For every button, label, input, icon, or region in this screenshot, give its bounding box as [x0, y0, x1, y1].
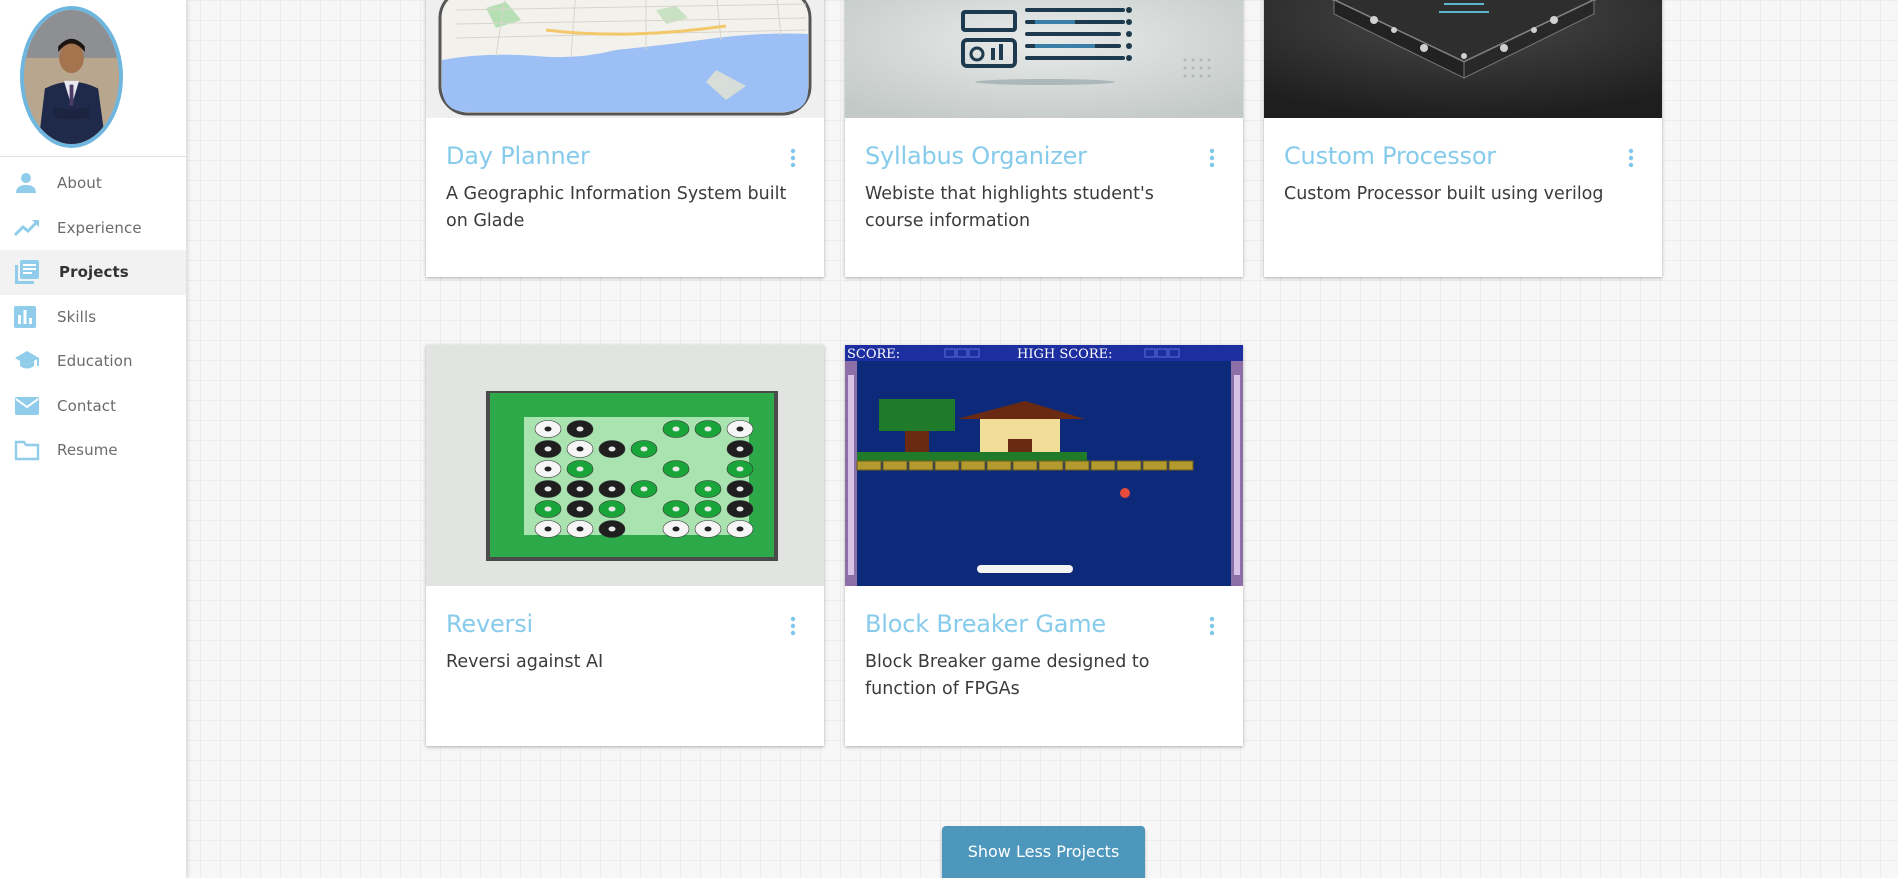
- more-vert-icon[interactable]: [1628, 148, 1634, 168]
- avatar: [20, 6, 123, 148]
- more-vert-icon[interactable]: [790, 148, 796, 168]
- project-card: Day Planner A Geographic Information Sys…: [426, 0, 824, 277]
- project-card: Syllabus Organizer Webiste that highligh…: [845, 0, 1243, 277]
- card-body: Reversi Reversi against AI: [426, 586, 824, 676]
- card-description: Custom Processor built using verilog: [1284, 184, 1604, 204]
- sidebar: About Experience Projects Skills Educati…: [0, 0, 187, 878]
- sidebar-item-education[interactable]: Education: [0, 339, 186, 384]
- card-description: A Geographic Information System built on…: [446, 184, 787, 231]
- mail-icon: [14, 394, 42, 418]
- profile-header: [0, 0, 186, 157]
- project-card: Reversi Reversi against AI: [426, 345, 824, 746]
- high-score-label: HIGH SCORE:: [1017, 347, 1113, 362]
- dashboard-image: [845, 0, 1243, 118]
- sidebar-item-skills[interactable]: Skills: [0, 295, 186, 340]
- show-less-projects-button[interactable]: Show Less Projects: [942, 826, 1145, 878]
- more-vert-icon[interactable]: [1209, 148, 1215, 168]
- score-label: SCORE:: [847, 347, 900, 362]
- sidebar-item-label: Resume: [57, 441, 118, 460]
- project-card: SCORE: HIGH SCORE: Block Breaker Game Bl…: [845, 345, 1243, 746]
- sidebar-item-label: Experience: [57, 218, 142, 237]
- library-books-icon: [14, 260, 42, 285]
- person-icon: [14, 171, 42, 195]
- card-body: Block Breaker Game Block Breaker game de…: [845, 586, 1243, 703]
- sidebar-item-about[interactable]: About: [0, 161, 186, 206]
- sidebar-item-label: Contact: [57, 396, 117, 415]
- card-body: Custom Processor Custom Processor built …: [1264, 118, 1662, 208]
- map-image: [426, 0, 824, 118]
- card-description: Reversi against AI: [446, 652, 604, 672]
- more-vert-icon[interactable]: [790, 616, 796, 636]
- card-title[interactable]: Block Breaker Game: [865, 610, 1223, 638]
- sidebar-item-label: Education: [57, 352, 133, 371]
- card-description: Block Breaker game designed to function …: [865, 652, 1150, 699]
- sidebar-item-resume[interactable]: Resume: [0, 428, 186, 473]
- card-body: Day Planner A Geographic Information Sys…: [426, 118, 824, 235]
- project-card: Custom Processor Custom Processor built …: [1264, 0, 1662, 277]
- card-title[interactable]: Day Planner: [446, 142, 804, 170]
- card-title[interactable]: Custom Processor: [1284, 142, 1642, 170]
- chip-image: [1264, 0, 1662, 118]
- bar-chart-icon: [14, 305, 42, 329]
- sidebar-item-label: About: [57, 174, 102, 193]
- folder-icon: [14, 438, 42, 462]
- sidebar-item-contact[interactable]: Contact: [0, 384, 186, 429]
- sidebar-item-projects[interactable]: Projects: [0, 250, 186, 295]
- card-title[interactable]: Syllabus Organizer: [865, 142, 1223, 170]
- sidebar-item-label: Skills: [57, 307, 97, 326]
- pixel-game-image: SCORE: HIGH SCORE:: [845, 345, 1243, 586]
- graduation-cap-icon: [14, 349, 42, 373]
- sidebar-item-label: Projects: [59, 263, 129, 282]
- trending-up-icon: [14, 216, 42, 240]
- more-vert-icon[interactable]: [1209, 616, 1215, 636]
- card-title[interactable]: Reversi: [446, 610, 804, 638]
- card-description: Webiste that highlights student's course…: [865, 184, 1154, 231]
- sidebar-item-experience[interactable]: Experience: [0, 206, 186, 251]
- card-body: Syllabus Organizer Webiste that highligh…: [845, 118, 1243, 235]
- sidebar-nav: About Experience Projects Skills Educati…: [0, 161, 186, 473]
- reversi-board-image: [426, 345, 824, 586]
